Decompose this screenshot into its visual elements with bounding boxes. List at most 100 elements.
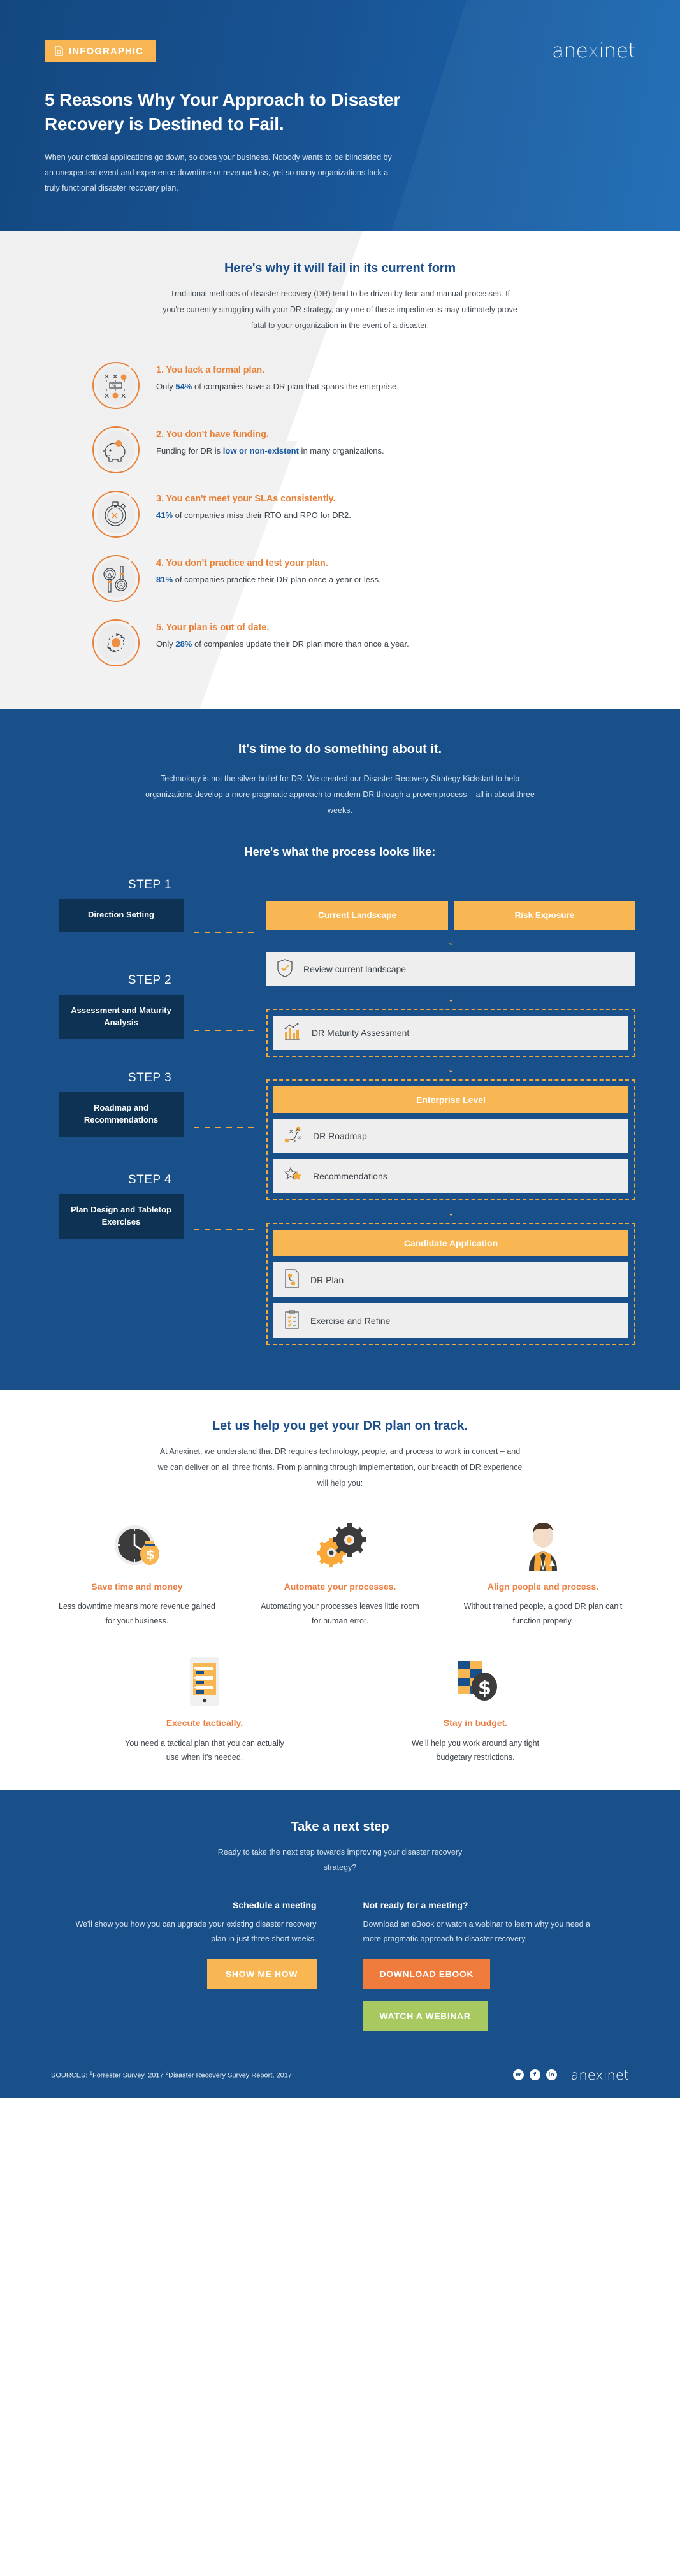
step-1-group: STEP 1 Direction Setting [45, 878, 255, 974]
money-coin-icon: $ [396, 1653, 555, 1707]
svg-text:B: B [119, 583, 123, 589]
refresh-cycle-icon [92, 619, 140, 667]
cta-section: Take a next step Ready to take the next … [0, 1790, 680, 2098]
shield-check-icon [277, 959, 293, 979]
step-4-label: STEP 4 [127, 1173, 172, 1187]
clock-money-icon: $ [57, 1517, 217, 1571]
watch-webinar-button[interactable]: WATCH A WEBINAR [363, 2001, 488, 2031]
reason-item: 5. Your plan is out of date. Only 28% of… [92, 619, 623, 667]
svg-text:✕: ✕ [110, 510, 119, 522]
twitter-icon[interactable]: w [512, 2069, 524, 2081]
cta-column-resources: Not ready for a meeting? Download an eBo… [340, 1900, 630, 2031]
step-2-connector [194, 1030, 255, 1032]
infographic-page: INFOGRAPHIC anexinet 5 Reasons Why Your … [0, 0, 680, 2098]
svg-text:✕: ✕ [104, 373, 110, 381]
plan-document-icon [284, 1269, 300, 1290]
dr-plan-card: DR Plan [273, 1262, 628, 1298]
step-1-box: Direction Setting [59, 899, 184, 932]
dr-roadmap-card: ✕ ✕ ✕ DR Roadmap [273, 1119, 628, 1154]
step-2-label: STEP 2 [127, 974, 172, 988]
bar-chart-icon [284, 1023, 301, 1043]
process-section: It's time to do something about it. Tech… [0, 709, 680, 1390]
linkedin-icon[interactable]: in [546, 2069, 557, 2081]
reason-item: A B 4. You don't practice and test your … [92, 555, 623, 603]
reason-title: 2. You don't have funding. [156, 429, 269, 440]
reason-body: 41% of companies miss their RTO and RPO … [156, 510, 351, 521]
benefit-title: Stay in budget. [443, 1718, 508, 1729]
dr-plan-label: DR Plan [310, 1274, 344, 1285]
why-heading: Here's why it will fail in its current f… [224, 261, 456, 276]
benefit-body: We'll help you work around any tight bud… [411, 1738, 540, 1762]
step-3-dashed-group: Enterprise Level ✕ ✕ ✕ DR Roadmap Recomm… [266, 1079, 635, 1201]
cta-lede: Ready to take the next step towards impr… [217, 1847, 463, 1873]
dr-maturity-label: DR Maturity Assessment [312, 1028, 410, 1039]
benefit-title: Align people and process. [487, 1581, 599, 1592]
svg-text:DR: DR [112, 385, 117, 389]
anexinet-logo: anexinet [551, 40, 636, 62]
benefit-body: You need a tactical plan that you can ac… [125, 1738, 284, 1762]
tablet-checklist-icon [125, 1653, 284, 1707]
step-1-connector [194, 932, 255, 933]
step-4-box: Plan Design and Tabletop Exercises [59, 1194, 184, 1239]
benefit-title: Save time and money [91, 1581, 183, 1592]
why-lede: Traditional methods of disaster recovery… [163, 289, 517, 331]
step-4-connector [194, 1229, 255, 1231]
hero-section: INFOGRAPHIC anexinet 5 Reasons Why Your … [0, 0, 680, 231]
logo-text: anexinet [551, 40, 636, 62]
hero-headline: 5 Reasons Why Your Approach to Disaster … [45, 90, 401, 134]
badge-label: INFOGRAPHIC [69, 45, 144, 57]
reason-body: Funding for DR is low or non-existent in… [156, 446, 384, 456]
download-ebook-button[interactable]: DOWNLOAD EBOOK [363, 1959, 491, 1989]
process-flow: STEP 1 Direction Setting STEP 2 Assessme… [45, 878, 635, 1346]
benefit-body: Automating your processes leaves little … [261, 1602, 419, 1625]
step-2-box: Assessment and Maturity Analysis [59, 995, 184, 1039]
why-fail-section: Here's why it will fail in its current f… [0, 231, 680, 710]
cta-left-body: We'll show you how you can upgrade your … [75, 1919, 317, 1943]
sources-text: SOURCES: 1Forrester Survey, 2017 2Disast… [51, 2070, 292, 2080]
candidate-application-banner: Candidate Application [273, 1230, 628, 1257]
benefit-item: $ Stay in budget. We'll help you work ar… [396, 1653, 555, 1764]
reason-stat: 54% [175, 382, 192, 392]
cta-right-body: Download an eBook or watch a webinar to … [363, 1919, 590, 1943]
cta-right-title: Not ready for a meeting? [363, 1899, 468, 1910]
reason-item: ✕ 3. You can't meet your SLAs consistent… [92, 491, 623, 538]
dr-roadmap-label: DR Roadmap [313, 1131, 367, 1142]
reason-title: 3. You can't meet your SLAs consistently… [156, 494, 336, 505]
reason-title: 4. You don't practice and test your plan… [156, 558, 328, 569]
footer-anexinet-logo: anexinet [570, 2067, 629, 2083]
reason-title: 5. Your plan is out of date. [156, 622, 270, 633]
arrow-down-icon: ↓ [447, 933, 454, 949]
strategy-board-icon: ✕ ✕ ✕ ✕ DR [92, 362, 140, 410]
gears-icon [261, 1517, 420, 1571]
benefit-item: Execute tactically. You need a tactical … [125, 1653, 284, 1764]
svg-text:$: $ [478, 1677, 491, 1699]
svg-text:✕: ✕ [104, 392, 110, 400]
benefit-body: Less downtime means more revenue gained … [59, 1602, 215, 1625]
reasons-list: ✕ ✕ ✕ ✕ DR 1. You lack a formal plan. On… [57, 362, 623, 667]
benefit-title: Execute tactically. [166, 1718, 243, 1729]
exercise-refine-card: Exercise and Refine [273, 1303, 628, 1339]
facebook-icon[interactable]: f [529, 2069, 540, 2081]
cta-heading: Take a next step [291, 1819, 389, 1834]
step-3-connector [194, 1127, 255, 1129]
show-me-how-button[interactable]: SHOW ME HOW [206, 1959, 317, 1989]
recommendations-card: Recommendations [273, 1159, 628, 1194]
process-subheading: Here's what the process looks like: [244, 845, 436, 859]
step-4-dashed-group: Candidate Application DR Plan Exercise a… [266, 1223, 635, 1346]
reason-stat: 28% [175, 639, 192, 649]
review-landscape-card: Review current landscape [266, 952, 635, 987]
reason-body: Only 54% of companies have a DR plan tha… [156, 382, 399, 392]
stopwatch-icon: ✕ [92, 491, 140, 538]
reason-stat: low or non-existent [222, 446, 299, 456]
risk-exposure-cell: Risk Exposure [454, 901, 635, 930]
svg-text:✕: ✕ [293, 1139, 297, 1144]
benefit-item: $ Save time and money Less downtime mean… [57, 1517, 217, 1628]
svg-text:✕: ✕ [112, 373, 118, 381]
arrow-down-icon: ↓ [447, 1061, 454, 1076]
checklist-icon [284, 1310, 300, 1331]
stars-icon [284, 1166, 303, 1186]
review-landscape-label: Review current landscape [303, 964, 407, 975]
reason-stat: 41% [156, 510, 173, 521]
exercise-refine-label: Exercise and Refine [310, 1315, 391, 1326]
svg-text:$: $ [146, 1547, 155, 1562]
